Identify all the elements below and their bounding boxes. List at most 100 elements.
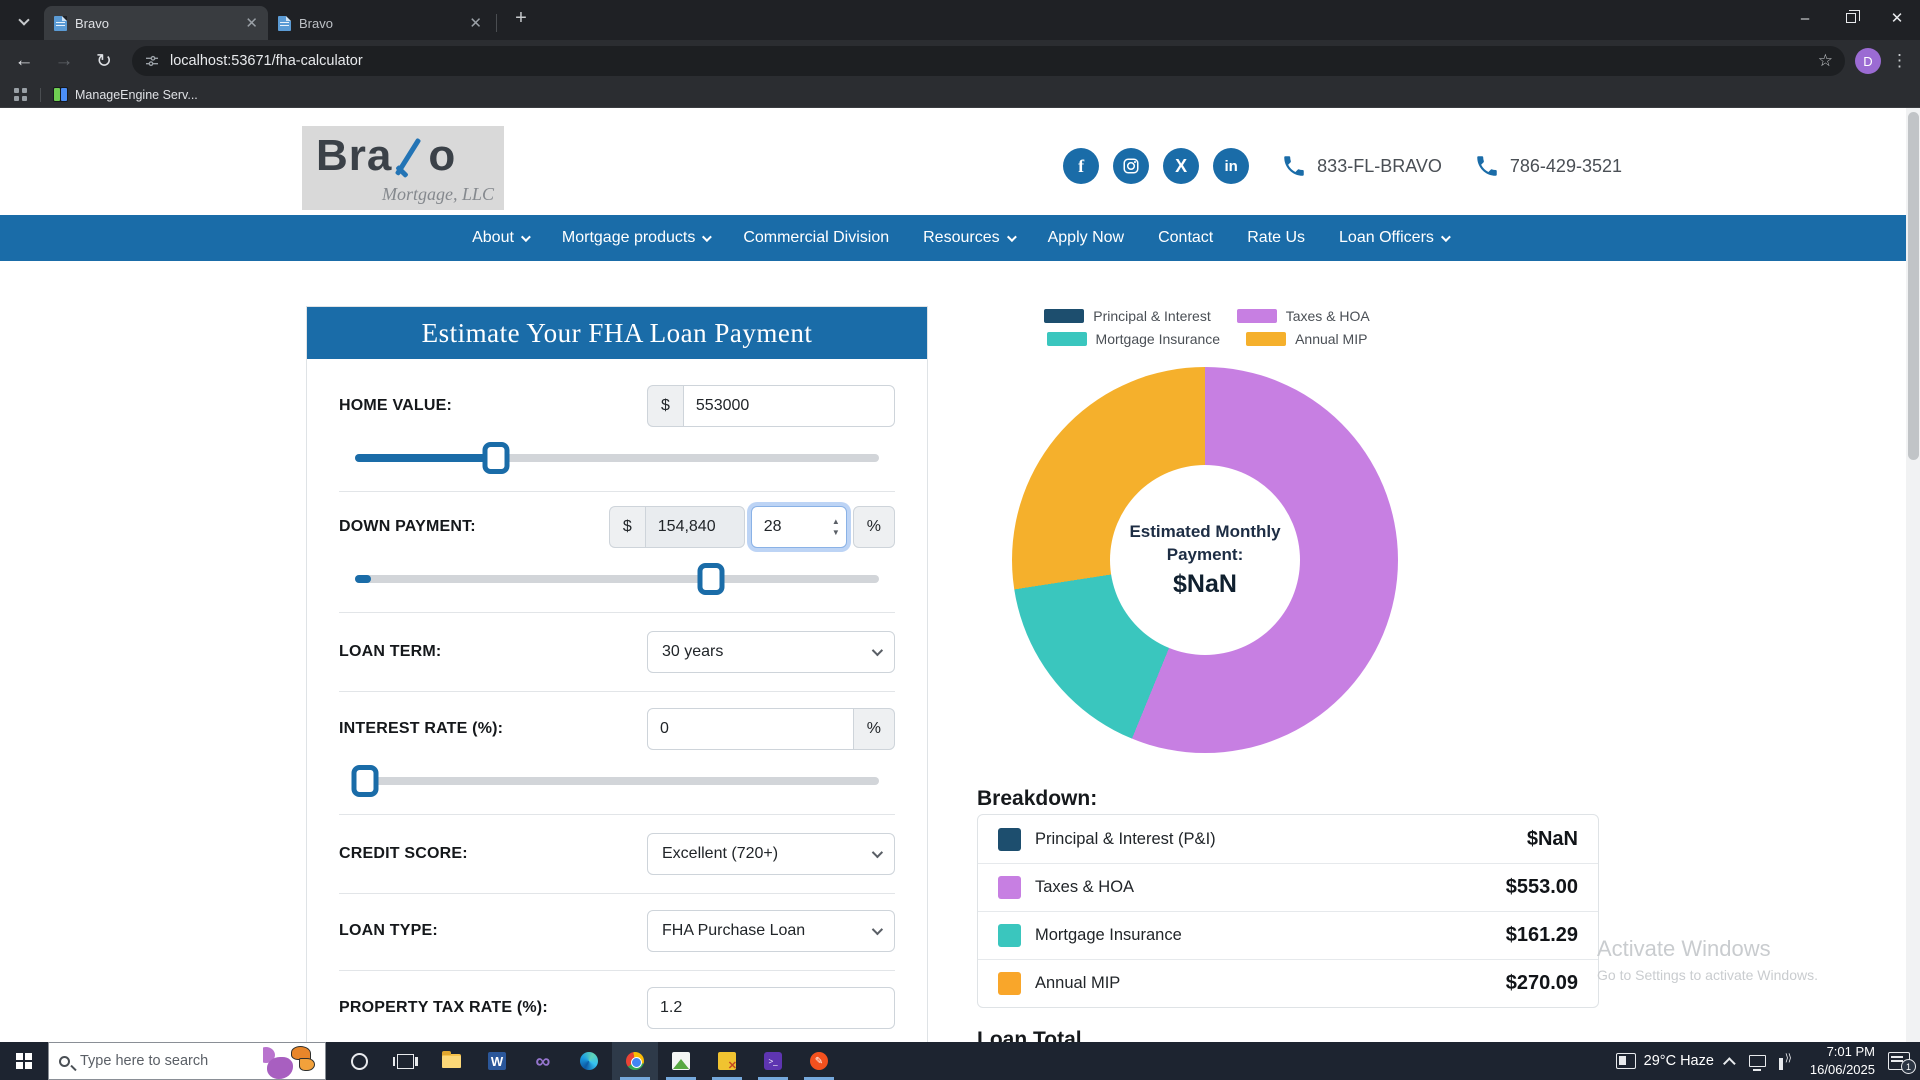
task-view-icon[interactable] [382, 1042, 428, 1080]
close-button[interactable]: ✕ [1874, 0, 1920, 36]
cortana-icon[interactable] [336, 1042, 382, 1080]
pen-glyph: ✎ [810, 1052, 828, 1070]
phone-group-1[interactable]: 833-FL-BRAVO [1281, 153, 1442, 179]
slider-fill [355, 575, 371, 583]
linkedin-icon[interactable]: in [1213, 148, 1249, 184]
bookmark-star-icon[interactable]: ☆ [1818, 51, 1833, 71]
donut-center: Estimated Monthly Payment: $NaN [1110, 465, 1300, 655]
property-tax-input[interactable] [647, 987, 895, 1029]
back-button[interactable]: ← [8, 45, 40, 77]
reload-button[interactable]: ↻ [88, 45, 120, 77]
tab-search-button[interactable] [10, 6, 38, 34]
interest-rate-slider[interactable] [355, 764, 879, 798]
browser-tab-inactive[interactable]: Bravo ✕ [268, 6, 492, 40]
slider-handle[interactable] [352, 765, 379, 797]
spin-down-icon[interactable]: ▼ [832, 529, 840, 537]
clock[interactable]: 7:01 PM 16/06/2025 [1810, 1043, 1875, 1078]
phone-group-2[interactable]: 786-429-3521 [1474, 153, 1622, 179]
tray-chevron-up-icon[interactable] [1723, 1057, 1736, 1070]
down-payment-percent-wrap: ▲ ▼ [751, 506, 847, 548]
calculator-title: Estimate Your FHA Loan Payment [422, 318, 813, 349]
windows-logo-icon [16, 1053, 32, 1069]
nav-label: About [472, 229, 514, 247]
instagram-icon[interactable] [1113, 148, 1149, 184]
row-swatch [998, 828, 1021, 851]
network-icon[interactable] [1749, 1055, 1766, 1067]
activate-windows-watermark: Activate Windows Go to Settings to activ… [1597, 936, 1818, 983]
weather-widget[interactable]: 29°C Haze [1616, 1053, 1714, 1069]
terminal-glyph: >_ [764, 1052, 782, 1070]
nav-item-resources[interactable]: Resources [923, 229, 1013, 247]
slider-track[interactable] [355, 777, 879, 785]
start-button[interactable] [0, 1042, 48, 1080]
image-viewer-icon[interactable] [658, 1042, 704, 1080]
x-twitter-icon[interactable]: X [1163, 148, 1199, 184]
page-scrollbar[interactable] [1906, 108, 1920, 1042]
nav-label: Commercial Division [743, 229, 889, 247]
visual-studio-icon[interactable]: ∞ [520, 1042, 566, 1080]
legend-swatch-annual-mip [1246, 332, 1286, 346]
search-highlight-image[interactable] [263, 1043, 325, 1079]
phone-icon [1474, 153, 1500, 179]
new-tab-button[interactable]: + [507, 4, 535, 32]
home-value-slider[interactable] [355, 441, 879, 475]
nav-item-about[interactable]: About [472, 229, 528, 247]
spin-up-icon[interactable]: ▲ [832, 518, 840, 526]
loan-term-select[interactable]: 30 years [647, 631, 895, 673]
pen-app-icon[interactable]: ✎ [796, 1042, 842, 1080]
slider-track[interactable] [355, 575, 879, 583]
down-payment-slider[interactable] [355, 562, 879, 596]
nav-item-loan-officers[interactable]: Loan Officers [1339, 229, 1448, 247]
credit-score-select[interactable]: Excellent (720+) [647, 833, 895, 875]
scrollbar-thumb[interactable] [1908, 112, 1919, 460]
edge-icon[interactable] [566, 1042, 612, 1080]
forward-button[interactable]: → [48, 45, 80, 77]
facebook-glyph: f [1078, 156, 1084, 177]
minimize-button[interactable]: – [1782, 0, 1828, 36]
nav-item-mortgage-products[interactable]: Mortgage products [562, 229, 709, 247]
nav-item-rate-us[interactable]: Rate Us [1247, 229, 1305, 247]
file-explorer-icon[interactable] [428, 1042, 474, 1080]
browser-tabstrip: Bravo ✕ Bravo ✕ + – ✕ [0, 0, 1920, 40]
address-bar[interactable]: localhost:53671/fha-calculator ☆ [132, 46, 1845, 76]
site-settings-icon[interactable] [144, 53, 160, 69]
interest-rate-input[interactable] [647, 708, 854, 750]
bookmark-item[interactable]: ManageEngine Serv... [75, 88, 198, 102]
nav-item-commercial-division[interactable]: Commercial Division [743, 229, 889, 247]
notification-icon[interactable]: 1 [1888, 1052, 1910, 1070]
down-payment-amount-input[interactable] [645, 506, 745, 548]
browser-menu-icon[interactable]: ⋮ [1891, 51, 1908, 71]
tab-close-icon[interactable]: ✕ [245, 16, 258, 31]
nav-label: Contact [1158, 229, 1213, 247]
number-spinner-icons[interactable]: ▲ ▼ [832, 506, 840, 548]
terminal-app-icon[interactable]: >_ [750, 1042, 796, 1080]
nav-item-apply-now[interactable]: Apply Now [1048, 229, 1124, 247]
row-value: $553.00 [1506, 876, 1578, 899]
row-swatch [998, 924, 1021, 947]
slider-handle[interactable] [483, 442, 510, 474]
url-text[interactable]: localhost:53671/fha-calculator [170, 53, 1818, 69]
home-value-input[interactable] [683, 385, 895, 427]
facebook-icon[interactable]: f [1063, 148, 1099, 184]
chrome-icon[interactable] [612, 1042, 658, 1080]
phone-number-1: 833-FL-BRAVO [1317, 156, 1442, 177]
page-favicon [54, 16, 67, 31]
restore-button[interactable] [1828, 0, 1874, 36]
chevron-down-icon [872, 847, 883, 858]
screen: Bravo ✕ Bravo ✕ + – ✕ ← → ↻ localhost:53… [0, 0, 1920, 1080]
taskbar-search[interactable]: Type here to search [48, 1042, 326, 1080]
profile-avatar[interactable]: D [1855, 48, 1881, 74]
bravo-logo[interactable]: Bra o Mortgage, LLC [302, 126, 504, 210]
browser-tab-active[interactable]: Bravo ✕ [44, 6, 268, 40]
tab-close-icon[interactable]: ✕ [469, 16, 482, 31]
nav-item-contact[interactable]: Contact [1158, 229, 1213, 247]
slider-handle[interactable] [698, 563, 725, 595]
instagram-glyph [1122, 157, 1140, 175]
tools-app-icon[interactable] [704, 1042, 750, 1080]
word-icon[interactable]: W [474, 1042, 520, 1080]
loan-type-select[interactable]: FHA Purchase Loan [647, 910, 895, 952]
loan-type-value: FHA Purchase Loan [662, 922, 805, 940]
table-row: Mortgage Insurance $161.29 [978, 911, 1598, 959]
speaker-icon[interactable] [1779, 1054, 1797, 1068]
apps-grid-icon[interactable] [14, 88, 28, 102]
